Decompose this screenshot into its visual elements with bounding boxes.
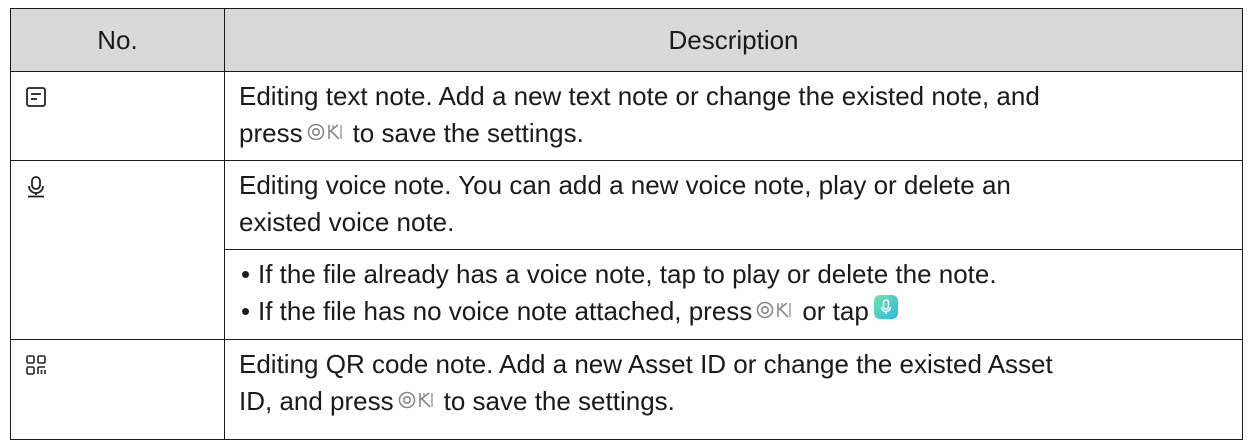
table-row: Editing text note. Add a new text note o… xyxy=(10,71,1243,161)
row-text: Editing voice note. You can add a new vo… xyxy=(239,170,1011,200)
bullet-text: If the file already has a voice note, ta… xyxy=(258,259,997,289)
icon-cell xyxy=(10,339,225,440)
ok-button-icon xyxy=(398,383,440,420)
divider xyxy=(225,249,1242,250)
row-text: to save the settings. xyxy=(443,386,675,416)
text-note-icon xyxy=(25,86,224,108)
table-row: Editing voice note. You can add a new vo… xyxy=(10,160,1243,340)
bullet-text: or tap xyxy=(802,296,869,326)
row-text: press xyxy=(239,118,303,148)
icon-cell xyxy=(10,160,225,340)
row-text: Editing text note. Add a new text note o… xyxy=(239,81,1040,111)
description-cell: Editing text note. Add a new text note o… xyxy=(224,71,1243,161)
qr-code-icon xyxy=(25,354,224,376)
row-text: ID, and press xyxy=(239,386,394,416)
microphone-button-icon xyxy=(873,293,899,330)
ok-button-icon xyxy=(756,293,798,330)
icon-cell xyxy=(10,71,225,161)
ok-button-icon xyxy=(307,115,349,152)
microphone-icon xyxy=(25,175,224,199)
header-no: No. xyxy=(10,8,225,72)
bullet-item: • If the file has no voice note attached… xyxy=(239,293,1232,330)
bullet-text: If the file has no voice note attached, … xyxy=(258,296,753,326)
description-cell: Editing voice note. You can add a new vo… xyxy=(224,160,1243,340)
table-row: Editing QR code note. Add a new Asset ID… xyxy=(10,339,1243,440)
description-table: No. Description Editing text note. Add a… xyxy=(10,8,1243,440)
row-text: Editing QR code note. Add a new Asset ID… xyxy=(239,349,1053,379)
row-text: existed voice note. xyxy=(239,207,455,237)
bullet-item: • If the file already has a voice note, … xyxy=(241,259,997,289)
table-header-row: No. Description xyxy=(10,8,1243,72)
row-text: to save the settings. xyxy=(352,118,584,148)
description-cell: Editing QR code note. Add a new Asset ID… xyxy=(224,339,1243,440)
header-description: Description xyxy=(224,8,1243,72)
